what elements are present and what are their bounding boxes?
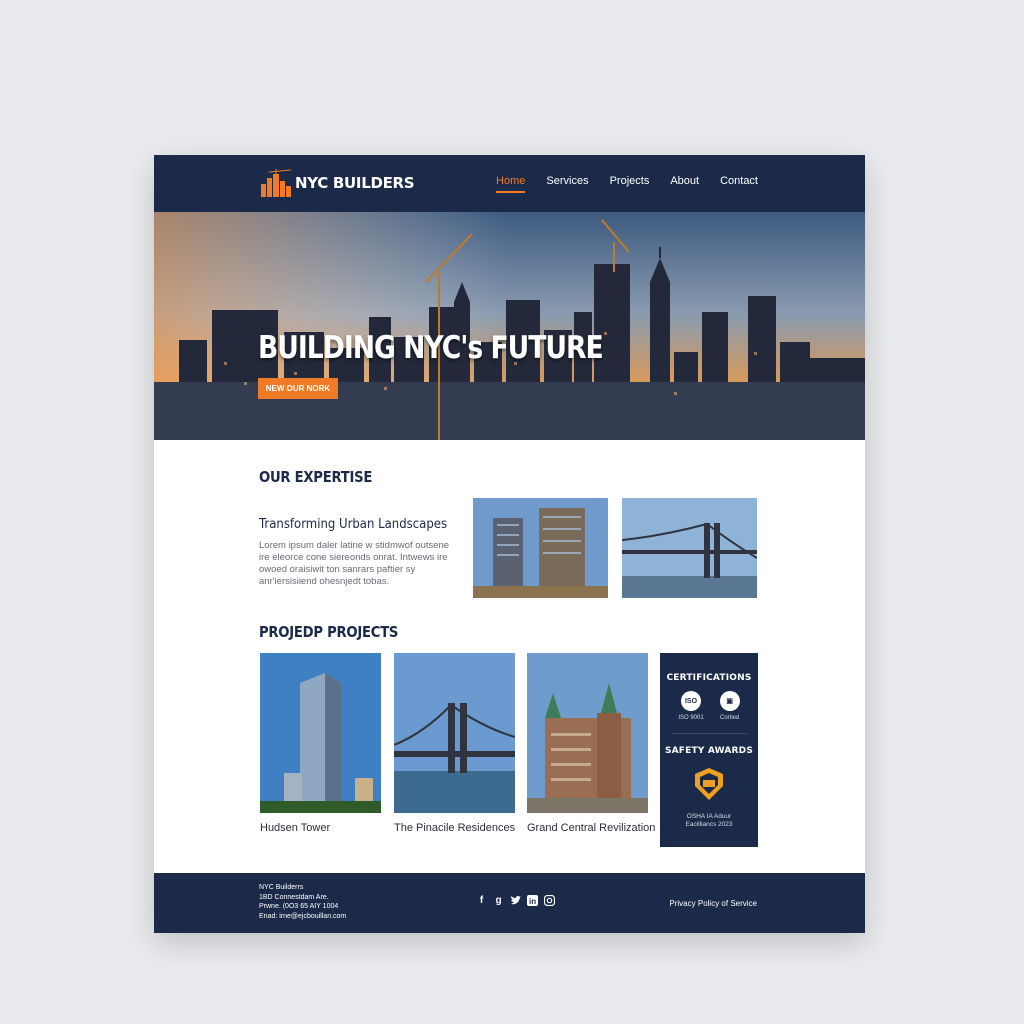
certifications-heading: CERTIFICATIONS bbox=[666, 673, 752, 683]
skyline-logo-icon bbox=[261, 169, 292, 197]
award-text: OSHA IA Aduur Eacilliancs 2023 bbox=[685, 813, 733, 828]
google-plus-icon[interactable]: g bbox=[493, 895, 504, 906]
facebook-icon[interactable]: f bbox=[476, 895, 487, 906]
project-card[interactable]: Grand Central Revilization bbox=[527, 653, 656, 834]
logo[interactable]: NYC BUILDERS bbox=[259, 167, 415, 199]
footer-company: NYC Builderrs bbox=[259, 884, 304, 891]
expertise-heading: OUR EXPERTISE bbox=[259, 468, 373, 486]
project-image-building[interactable] bbox=[527, 653, 648, 813]
certifications-panel: CERTIFICATIONS ISO ISO 9001 ▣ Cortied SA… bbox=[660, 653, 758, 847]
footer-contact-info: NYC Builderrs 1BD Connestdam Are. Prwne.… bbox=[259, 883, 346, 921]
project-card[interactable]: Hudsen Tower bbox=[260, 653, 381, 834]
certified-badge: ▣ Cortied bbox=[719, 691, 740, 721]
iso-icon: ISO bbox=[680, 691, 701, 711]
expertise-body: Lorem ipsum daler latine w stidmwof outs… bbox=[259, 540, 450, 587]
page: NYC BUILDERS Home Services Projects Abou… bbox=[154, 155, 865, 933]
iso-badge: ISO ISO 9001 bbox=[678, 691, 704, 721]
hero-banner: BUILDING NYC's FUTURE NEW OUR NORK bbox=[154, 212, 865, 440]
project-image-tower[interactable] bbox=[260, 653, 381, 813]
projects-heading: PROJEDP PROJECTS bbox=[259, 623, 399, 641]
site-header: NYC BUILDERS Home Services Projects Abou… bbox=[154, 155, 865, 212]
footer-address: 1BD Connestdam Are. bbox=[259, 893, 329, 901]
project-caption: Hudsen Tower bbox=[260, 822, 331, 834]
twitter-icon[interactable] bbox=[510, 895, 521, 906]
project-card[interactable]: The Pinacile Residences bbox=[394, 653, 515, 834]
footer-phone: Prwne. (0O3 65 AIY 1004 bbox=[259, 903, 339, 910]
footer-email[interactable]: Enad: irne@ejcbouillan.com bbox=[259, 912, 346, 922]
social-links: f g in bbox=[476, 895, 555, 906]
project-image-bridge[interactable] bbox=[394, 653, 515, 813]
svg-text:in: in bbox=[529, 897, 536, 906]
skyline-hero-image bbox=[154, 212, 865, 440]
nav-home[interactable]: Home bbox=[496, 175, 526, 193]
divider bbox=[671, 733, 747, 734]
nav-about[interactable]: About bbox=[670, 175, 699, 193]
expertise-towers-image bbox=[473, 498, 608, 598]
shield-award-icon bbox=[695, 768, 723, 800]
safety-awards-heading: SAFETY AWARDS bbox=[664, 746, 754, 756]
view-our-work-button[interactable]: NEW OUR NORK bbox=[258, 378, 338, 399]
certificate-icon: ▣ bbox=[719, 691, 740, 711]
privacy-policy-link[interactable]: Privacy Policy of Service bbox=[669, 899, 757, 908]
site-footer: NYC Builderrs 1BD Connestdam Are. Prwne.… bbox=[154, 873, 865, 933]
linkedin-icon[interactable]: in bbox=[527, 895, 538, 906]
main-nav: Home Services Projects About Contact bbox=[496, 175, 758, 193]
expertise-subheading: Transforming Urban Landscapes bbox=[259, 517, 448, 532]
instagram-icon[interactable] bbox=[544, 895, 555, 906]
nav-services[interactable]: Services bbox=[546, 175, 588, 193]
nav-projects[interactable]: Projects bbox=[610, 175, 650, 193]
project-caption: The Pinacile Residences bbox=[394, 822, 516, 834]
brand-name: NYC BUILDERS bbox=[295, 174, 415, 192]
nav-contact[interactable]: Contact bbox=[720, 175, 758, 193]
expertise-bridge-image bbox=[622, 498, 757, 598]
project-caption: Grand Central Revilization bbox=[527, 822, 656, 834]
hero-title: BUILDING NYC's FUTURE bbox=[258, 330, 604, 366]
